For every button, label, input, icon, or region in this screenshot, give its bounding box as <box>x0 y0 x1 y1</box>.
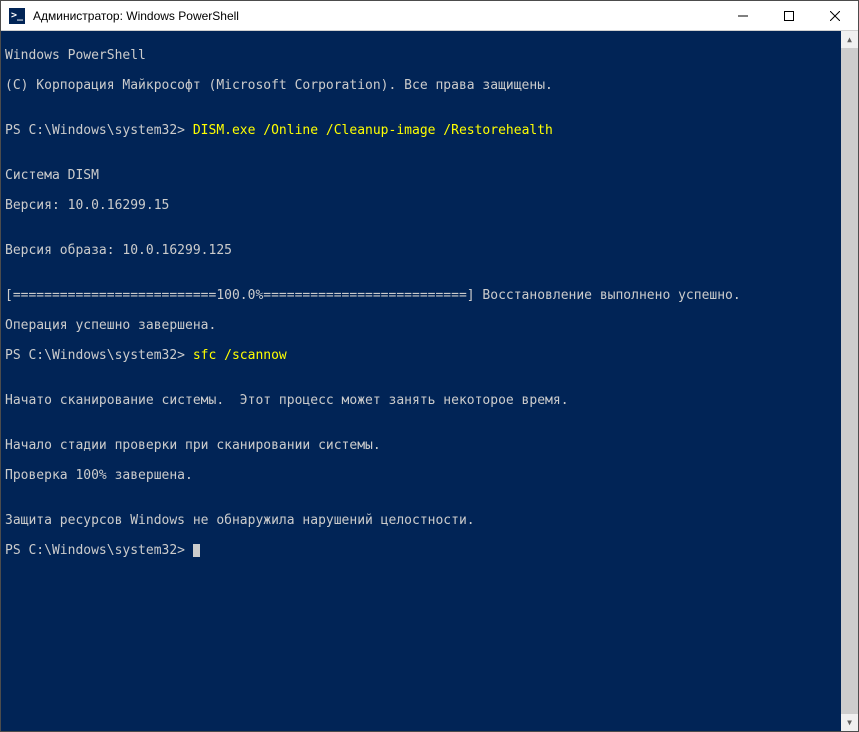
terminal-line: Версия образа: 10.0.16299.125 <box>5 243 854 258</box>
scrollbar-vertical[interactable]: ▲ ▼ <box>841 31 858 731</box>
terminal-line: PS C:\Windows\system32> sfc /scannow <box>5 348 854 363</box>
terminal-line: Проверка 100% завершена. <box>5 468 854 483</box>
window-controls <box>720 1 858 30</box>
terminal-line: Версия: 10.0.16299.15 <box>5 198 854 213</box>
scroll-down-button[interactable]: ▼ <box>841 714 858 731</box>
terminal-line: Операция успешно завершена. <box>5 318 854 333</box>
scroll-up-button[interactable]: ▲ <box>841 31 858 48</box>
minimize-button[interactable] <box>720 1 766 30</box>
terminal-line: [==========================100.0%=======… <box>5 288 854 303</box>
maximize-button[interactable] <box>766 1 812 30</box>
scrollbar-track[interactable] <box>841 48 858 714</box>
command-text: DISM.exe /Online /Cleanup-image /Restore… <box>193 123 553 138</box>
terminal-line: Начато сканирование системы. Этот процес… <box>5 393 854 408</box>
terminal-line: PS C:\Windows\system32> <box>5 543 854 558</box>
terminal-line: Начало стадии проверки при сканировании … <box>5 438 854 453</box>
prompt-text: PS C:\Windows\system32> <box>5 123 193 138</box>
terminal-line: Windows PowerShell <box>5 48 854 63</box>
close-button[interactable] <box>812 1 858 30</box>
prompt-text: PS C:\Windows\system32> <box>5 348 193 363</box>
scrollbar-thumb[interactable] <box>841 48 858 714</box>
window-title: Администратор: Windows PowerShell <box>31 9 720 23</box>
terminal-line: Система DISM <box>5 168 854 183</box>
cursor <box>193 544 200 557</box>
terminal-area[interactable]: Windows PowerShell (C) Корпорация Майкро… <box>1 31 858 731</box>
command-text: sfc /scannow <box>193 348 287 363</box>
powershell-icon: >_ <box>9 8 25 24</box>
terminal-line: PS C:\Windows\system32> DISM.exe /Online… <box>5 123 854 138</box>
terminal-line: Защита ресурсов Windows не обнаружила на… <box>5 513 854 528</box>
terminal-line: (C) Корпорация Майкрософт (Microsoft Cor… <box>5 78 854 93</box>
window-titlebar: >_ Администратор: Windows PowerShell <box>1 1 858 31</box>
prompt-text: PS C:\Windows\system32> <box>5 543 193 558</box>
